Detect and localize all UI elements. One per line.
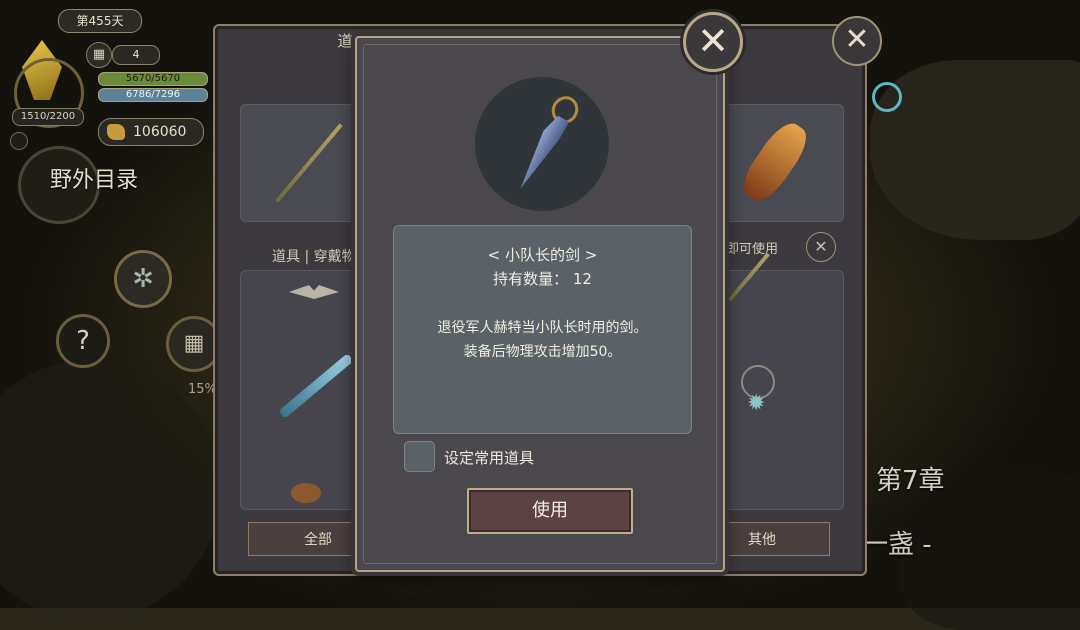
gold-value: 106060 xyxy=(133,124,187,140)
description-line: 装备后物理攻击增加50。 xyxy=(463,344,622,360)
ring-icon xyxy=(872,82,902,112)
description-line: 退役军人赫特当小队长时用的剑。 xyxy=(437,320,648,336)
item-tab[interactable]: 道具 | 穿戴物 xyxy=(272,246,356,266)
item-description: 退役军人赫特当小队长时用的剑。 装备后物理攻击增加50。 xyxy=(394,316,691,364)
status-dot xyxy=(10,132,28,150)
favorite-checkbox[interactable] xyxy=(404,441,435,472)
favorite-checkbox-label: 设定常用道具 xyxy=(444,449,535,467)
calendar-icon[interactable]: ▦ xyxy=(86,42,112,68)
gold-display: 106060 xyxy=(98,118,204,146)
close-icon[interactable]: ✕ xyxy=(832,16,882,66)
calendar-count: 4 xyxy=(112,45,160,65)
staff-item-icon xyxy=(275,123,343,203)
ice-blade-item-icon[interactable] xyxy=(278,353,354,419)
item-name: < 小队长的剑 > xyxy=(487,246,598,264)
wings-item-icon[interactable] xyxy=(289,285,339,299)
flame-weapon-icon xyxy=(735,116,815,208)
gold-icon xyxy=(107,124,125,140)
use-button[interactable]: 使用 xyxy=(467,488,633,534)
day-counter: 第455天 xyxy=(58,9,142,33)
help-icon[interactable]: ? xyxy=(56,314,110,368)
field-menu-label: 野外目录 xyxy=(50,168,139,193)
exp-value: 1510/2200 xyxy=(12,108,84,126)
scorpion-item-icon[interactable] xyxy=(291,483,321,503)
item-quantity: 持有数量： 12 xyxy=(493,270,592,288)
item-info-box: < 小队长的剑 > 持有数量： 12 退役军人赫特当小队长时用的剑。 装备后物理… xyxy=(393,225,692,434)
star-gem-icon[interactable]: ✹ xyxy=(747,391,765,416)
hp-bar: 5670/5670 xyxy=(98,72,208,86)
hint-close-icon[interactable]: ✕ xyxy=(806,232,836,262)
close-icon[interactable]: ✕ xyxy=(683,12,743,72)
gear-icon[interactable]: ✲ xyxy=(114,250,172,308)
mp-bar: 6786/7296 xyxy=(98,88,208,102)
chapter-title: 第7章 xyxy=(876,466,945,496)
